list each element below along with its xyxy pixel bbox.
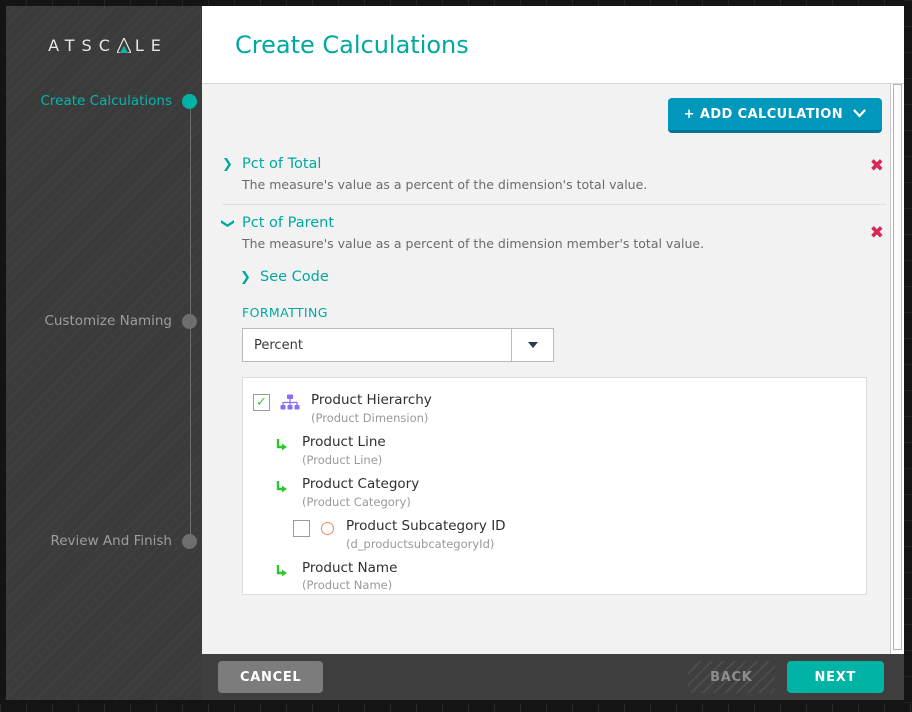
tree-item-name: Product Subcategory ID xyxy=(346,517,506,534)
tree-item-name: Product Name xyxy=(302,559,398,576)
tree-checkbox-checked[interactable]: ✓ xyxy=(253,394,270,411)
dimension-tree-panel[interactable]: ✓ Product Hierarchy (Product Dimension) … xyxy=(242,377,867,595)
remove-calculation-icon[interactable]: ✖ xyxy=(870,225,884,242)
wizard-sidebar: ATSC LE Create Calculations Customize Nam… xyxy=(6,6,202,700)
formatting-select[interactable]: Percent xyxy=(242,328,554,362)
tree-item-name: Product Hierarchy xyxy=(311,392,432,408)
tree-row[interactable]: Product Line (Product Line) xyxy=(243,430,866,472)
back-button[interactable]: BACK xyxy=(688,661,775,693)
right-chrome-strip xyxy=(904,0,912,712)
tree-item-subtitle: (Product Dimension) xyxy=(311,410,429,425)
step-label: Customize Naming xyxy=(44,313,172,329)
calculation-name: Pct of Parent xyxy=(242,215,335,231)
step-dot-icon xyxy=(182,93,197,109)
tree-row-text: Product Category (Product Category) xyxy=(302,476,419,509)
remove-calculation-icon[interactable]: ✖ xyxy=(870,158,884,175)
see-code-toggle[interactable]: See Code xyxy=(240,269,886,285)
main-panel: Create Calculations + ADD CALCULATION Pc… xyxy=(202,6,904,700)
sidebar-step-create-calculations[interactable]: Create Calculations xyxy=(6,93,202,109)
tree-row-icon xyxy=(275,438,289,454)
tree-row-gutter xyxy=(293,519,310,537)
logo-text-after: LE xyxy=(134,36,168,55)
calculation-title-row[interactable]: Pct of Parent xyxy=(222,215,886,231)
page-header: Create Calculations xyxy=(202,6,904,84)
toolbar: + ADD CALCULATION xyxy=(667,98,882,133)
attribute-circle-icon xyxy=(321,521,334,535)
tree-row-text: Product Hierarchy (Product Dimension) xyxy=(311,392,432,425)
tree-row-icon xyxy=(275,480,289,496)
wizard-footer: CANCEL BACK NEXT xyxy=(202,654,904,700)
tree-row-text: Product Line (Product Line) xyxy=(302,434,386,467)
tree-item-name: Product Line xyxy=(302,433,386,450)
page-title: Create Calculations xyxy=(235,30,469,59)
bottom-chrome-strip xyxy=(0,704,912,712)
tree-row-text: Product Name (Product Name) xyxy=(302,560,397,593)
tree-row[interactable]: Product Category (Product Category) xyxy=(243,472,866,514)
tree-item-subtitle: (Product Name) xyxy=(302,578,393,593)
level-arrow-icon xyxy=(275,438,289,454)
calculation-item-pct-of-total[interactable]: Pct of Total The measure's value as a pe… xyxy=(222,146,886,205)
tree-row[interactable]: Product Subcategory ID (d_productsubcate… xyxy=(243,514,866,556)
chevron-down-icon[interactable] xyxy=(222,216,232,231)
tree-checkbox-unchecked[interactable] xyxy=(293,519,310,537)
level-arrow-icon xyxy=(275,564,289,580)
calculation-list: Pct of Total The measure's value as a pe… xyxy=(222,146,886,607)
sidebar-step-customize-naming[interactable]: Customize Naming xyxy=(6,313,202,329)
tree-item-name: Product Category xyxy=(302,475,420,492)
hierarchy-icon xyxy=(280,394,300,410)
tree-item-subtitle: (Product Category) xyxy=(302,494,411,509)
add-calculation-button[interactable]: + ADD CALCULATION xyxy=(667,98,882,133)
tree-row[interactable]: ✓ Product Hierarchy (Product Dimension) xyxy=(243,388,866,430)
see-code-label: See Code xyxy=(260,269,329,285)
atscale-triangle-logo-icon xyxy=(116,38,131,53)
level-arrow-icon xyxy=(275,480,289,496)
calculation-detail-panel: See Code FORMATTING Percent xyxy=(240,269,886,595)
formatting-select-toggle[interactable] xyxy=(512,328,554,362)
formatting-select-value[interactable]: Percent xyxy=(242,328,512,362)
logo-text-before: ATSC xyxy=(48,36,117,55)
tree-row-icon xyxy=(280,394,300,410)
step-label: Review And Finish xyxy=(50,533,172,549)
step-label: Create Calculations xyxy=(40,93,173,109)
tree-item-subtitle: (Product Line) xyxy=(302,452,383,467)
calculation-item-pct-of-parent[interactable]: Pct of Parent The measure's value as a p… xyxy=(222,205,886,607)
chevron-right-icon xyxy=(240,270,250,285)
next-button[interactable]: NEXT xyxy=(786,661,884,693)
cancel-button[interactable]: CANCEL xyxy=(218,661,324,693)
tree-row-gutter: ✓ xyxy=(253,394,270,411)
tree-row-icon xyxy=(321,521,334,535)
application-window: ATSC LE Create Calculations Customize Nam… xyxy=(0,0,912,712)
tree-row[interactable]: Product Name (Product Name) xyxy=(243,556,866,595)
tree-row-text: Product Subcategory ID (d_productsubcate… xyxy=(346,518,506,551)
sidebar-step-review-and-finish[interactable]: Review And Finish xyxy=(6,533,202,549)
atscale-logo: ATSC LE xyxy=(6,36,202,55)
step-dot-icon xyxy=(182,313,197,329)
tree-row-icon xyxy=(275,564,289,580)
calculation-description: The measure's value as a percent of the … xyxy=(242,177,648,192)
add-calculation-label: + ADD CALCULATION xyxy=(683,107,843,122)
check-icon: ✓ xyxy=(256,394,267,410)
tree-item-subtitle: (d_productsubcategoryId) xyxy=(346,536,495,551)
content-scrollbar[interactable] xyxy=(890,84,904,654)
triangle-down-icon xyxy=(527,342,538,348)
scrollbar-thumb[interactable] xyxy=(893,84,902,650)
calculation-description: The measure's value as a percent of the … xyxy=(242,236,705,251)
chevron-right-icon[interactable] xyxy=(222,157,232,172)
calculation-title-row[interactable]: Pct of Total xyxy=(222,156,886,172)
chevron-down-icon xyxy=(853,108,866,121)
calculation-name: Pct of Total xyxy=(242,156,322,172)
formatting-label: FORMATTING xyxy=(242,305,328,320)
step-dot-icon xyxy=(182,533,197,549)
content-area: + ADD CALCULATION Pct of Total The measu… xyxy=(202,84,904,654)
